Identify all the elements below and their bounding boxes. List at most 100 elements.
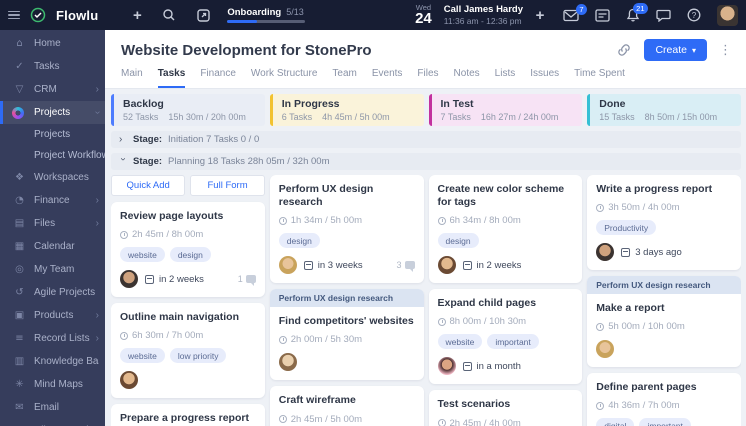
assignee-avatar[interactable] bbox=[120, 371, 138, 390]
assignee-avatar[interactable] bbox=[437, 256, 456, 275]
sidebar-item-email[interactable]: ✉ Email bbox=[0, 396, 105, 419]
stage-row-planning[interactable]: › Stage: Planning 18 Tasks 28h 05m / 32h 0… bbox=[111, 153, 741, 170]
sidebar-item-mind-maps[interactable]: ✳ Mind Maps bbox=[0, 373, 105, 396]
task-card[interactable]: Write a progress report 3h 50m / 4h 00m Pr… bbox=[587, 175, 741, 271]
chevron-right-icon: › bbox=[95, 333, 99, 344]
task-card[interactable]: Create new color scheme for tags 6h 34m /… bbox=[428, 175, 583, 284]
page-title: Website Development for StonePro bbox=[121, 41, 372, 59]
assignee-avatar[interactable] bbox=[596, 243, 615, 262]
tab-lists[interactable]: Lists bbox=[495, 68, 516, 88]
task-tag-digital[interactable]: digital bbox=[596, 418, 635, 426]
sidebar-item-files[interactable]: ▤ Files › bbox=[0, 212, 105, 235]
onboarding-widget[interactable]: Onboarding 5/13 bbox=[227, 7, 306, 23]
upcoming-event[interactable]: Call James Hardy 11:36 am - 12:36 pm bbox=[444, 4, 523, 26]
task-tag-productivity[interactable]: Productivity bbox=[596, 220, 657, 236]
sidebar-item-record-lists[interactable]: ≡ Record Lists › bbox=[0, 327, 105, 350]
sidebar-item-workspaces[interactable]: ❖ Workspaces bbox=[0, 166, 105, 189]
menu-toggle-icon[interactable] bbox=[8, 10, 20, 20]
task-tag-important[interactable]: important bbox=[487, 334, 539, 350]
column-header-done[interactable]: Done 15 Tasks 8h 50m / 15h 00m bbox=[587, 94, 741, 126]
stage-row-initiation[interactable]: › Stage: Initiation 7 Tasks 0 / 0 bbox=[111, 131, 741, 148]
task-card-body: Write a progress report 3h 50m / 4h 00m Pr… bbox=[587, 175, 741, 270]
task-card[interactable]: Test scenarios2h 45m / 4h 00mwebsite2 da… bbox=[428, 390, 583, 426]
assignee-avatar[interactable] bbox=[596, 340, 615, 359]
help-icon[interactable]: ? bbox=[687, 8, 701, 22]
task-card[interactable]: Perform UX design research Find competito… bbox=[269, 289, 424, 381]
quick-create-icon[interactable]: + bbox=[130, 7, 144, 24]
column-header-in-test[interactable]: In Test 7 Tasks 16h 27m / 24h 00m bbox=[428, 94, 583, 126]
task-card[interactable]: Craft wireframe2h 45m / 5h 00mdigitalin … bbox=[269, 386, 424, 426]
sidebar-subitem-project-workflows[interactable]: Project Workflows bbox=[0, 145, 105, 166]
tab-tasks[interactable]: Tasks bbox=[157, 68, 186, 88]
mail-icon[interactable]: 7 bbox=[563, 3, 587, 22]
task-tag-design[interactable]: design bbox=[278, 233, 320, 249]
full-form-button[interactable]: Full Form bbox=[190, 175, 265, 196]
sidebar-item-tasks[interactable]: ✓ Tasks bbox=[0, 55, 105, 78]
clock-icon bbox=[120, 331, 128, 340]
onboarding-icon[interactable] bbox=[196, 8, 211, 23]
task-tag-low-priority[interactable]: low priority bbox=[169, 348, 227, 364]
task-due-value: in 3 weeks bbox=[317, 259, 363, 271]
sidebar-item-client-portal[interactable]: □Client Portal bbox=[0, 419, 105, 426]
task-card-body: Create new color scheme for tags 6h 34m /… bbox=[429, 175, 583, 283]
create-button[interactable]: Create ▾ bbox=[644, 39, 707, 61]
task-tag-website[interactable]: website bbox=[120, 247, 165, 263]
sidebar-item-agile-projects[interactable]: ↺ Agile Projects bbox=[0, 281, 105, 304]
tab-issues[interactable]: Issues bbox=[530, 68, 559, 88]
sidebar-item-home[interactable]: ⌂ Home bbox=[0, 32, 105, 55]
sidebar-item-calendar[interactable]: ▦ Calendar bbox=[0, 235, 105, 258]
sidebar-item-finance[interactable]: ◔ Finance › bbox=[0, 189, 105, 212]
assignee-avatar[interactable] bbox=[120, 270, 138, 289]
task-time: 6h 34m / 8h 00m bbox=[437, 215, 574, 226]
column-name: Done bbox=[599, 98, 626, 110]
assignee-avatar[interactable] bbox=[437, 357, 456, 376]
tab-main[interactable]: Main bbox=[121, 68, 143, 88]
task-tag-design[interactable]: design bbox=[437, 233, 479, 249]
task-card[interactable]: Expand child pages 8h 00m / 10h 30m websit… bbox=[428, 289, 583, 385]
assignee-avatar[interactable] bbox=[278, 256, 297, 275]
copy-link-icon[interactable] bbox=[616, 42, 632, 58]
chat-icon[interactable] bbox=[656, 9, 671, 22]
task-tag-website[interactable]: website bbox=[120, 348, 165, 364]
quick-add-button[interactable]: Quick Add bbox=[111, 175, 186, 196]
search-icon[interactable] bbox=[162, 8, 176, 22]
tab-notes[interactable]: Notes bbox=[454, 68, 480, 88]
user-avatar[interactable] bbox=[717, 4, 738, 26]
tab-finance[interactable]: Finance bbox=[200, 68, 236, 88]
tab-work-structure[interactable]: Work Structure bbox=[251, 68, 318, 88]
task-tag-design[interactable]: design bbox=[169, 247, 211, 263]
sidebar-item-label: Workspaces bbox=[34, 172, 89, 183]
notifications-icon[interactable]: 21 bbox=[626, 3, 648, 22]
column-header-in-progress[interactable]: In Progress 6 Tasks 4h 45m / 5h 00m bbox=[269, 94, 424, 126]
tasks-panel-icon[interactable] bbox=[595, 8, 610, 22]
calendar-date[interactable]: Wed 24 bbox=[415, 4, 432, 27]
task-card[interactable]: Outline main navigation 6h 30m / 7h 00m we… bbox=[111, 303, 265, 399]
tab-team[interactable]: Team bbox=[332, 68, 356, 88]
task-card[interactable]: Perform UX design research Make a report 5… bbox=[587, 276, 741, 368]
task-card[interactable]: Review page layouts 2h 45m / 8h 00m websit… bbox=[111, 202, 265, 298]
sidebar-item-label: Home bbox=[34, 38, 61, 49]
sidebar-subitem-projects[interactable]: Projects bbox=[0, 124, 105, 145]
tab-events[interactable]: Events bbox=[372, 68, 403, 88]
flowlu-logo-icon[interactable] bbox=[30, 7, 46, 23]
tab-time-spent[interactable]: Time Spent bbox=[574, 68, 625, 88]
clock-icon bbox=[596, 322, 605, 331]
sidebar-item-products[interactable]: ▣ Products › bbox=[0, 304, 105, 327]
column-header-backlog[interactable]: Backlog 52 Tasks 15h 30m / 20h 00m bbox=[111, 94, 265, 126]
clock-icon bbox=[437, 317, 446, 326]
assignee-avatar[interactable] bbox=[278, 353, 297, 372]
column-in-progress: Perform UX design research 1h 34m / 5h 00… bbox=[269, 175, 424, 426]
task-card[interactable]: Prepare a progress report6h 20m / 7h 00m… bbox=[111, 404, 265, 426]
task-tag-website[interactable]: website bbox=[437, 334, 483, 350]
more-menu-icon[interactable]: ⋮ bbox=[719, 42, 732, 58]
task-title: Find competitors' websites bbox=[278, 315, 414, 328]
task-tag-important[interactable]: important bbox=[639, 418, 691, 426]
tab-files[interactable]: Files bbox=[417, 68, 438, 88]
add-event-icon[interactable]: + bbox=[533, 7, 547, 24]
sidebar-item-knowledge-base[interactable]: ▥ Knowledge Base bbox=[0, 350, 105, 373]
sidebar-item-crm[interactable]: ▽ CRM › bbox=[0, 78, 105, 101]
task-card[interactable]: Perform UX design research 1h 34m / 5h 00… bbox=[269, 175, 424, 284]
sidebar-item-my-team[interactable]: ◎ My Team bbox=[0, 258, 105, 281]
sidebar-item-projects[interactable]: Projects › bbox=[0, 101, 105, 124]
task-card[interactable]: Define parent pages 4h 36m / 7h 00m digita… bbox=[587, 373, 741, 426]
